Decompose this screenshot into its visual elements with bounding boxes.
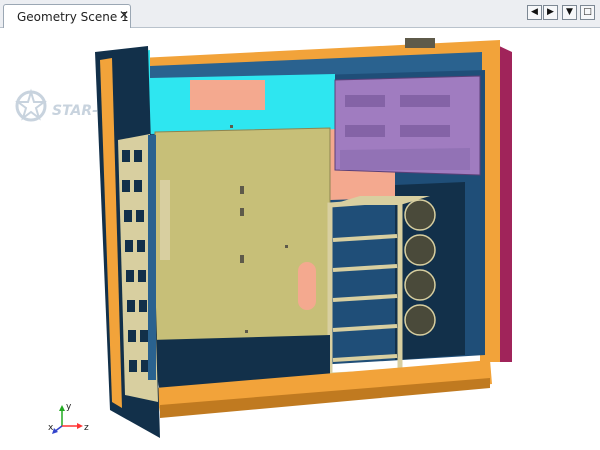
scroll-left-icon[interactable]: ◀ — [527, 5, 542, 20]
scroll-right-icon[interactable]: ▶ — [543, 5, 558, 20]
restore-window-icon[interactable]: □ — [580, 5, 595, 20]
tab-geometry-scene[interactable]: Geometry Scene 1 ✕ — [3, 4, 131, 28]
y-axis-label: y — [66, 402, 72, 412]
coordinate-triad: y z x — [48, 402, 89, 434]
x-axis-label: x — [48, 423, 54, 433]
tab-list-dropdown-icon[interactable]: ▼ — [562, 5, 577, 20]
computer-case-model — [95, 38, 512, 438]
close-icon[interactable]: ✕ — [119, 9, 129, 22]
geometry-scene-viewport[interactable]: STAR-C y z x — [0, 28, 600, 450]
tab-title: Geometry Scene 1 — [17, 10, 129, 24]
z-axis-label: z — [84, 423, 89, 433]
editor-tab-bar: Geometry Scene 1 ✕ ◀ ▶ ▼ □ — [0, 0, 600, 28]
